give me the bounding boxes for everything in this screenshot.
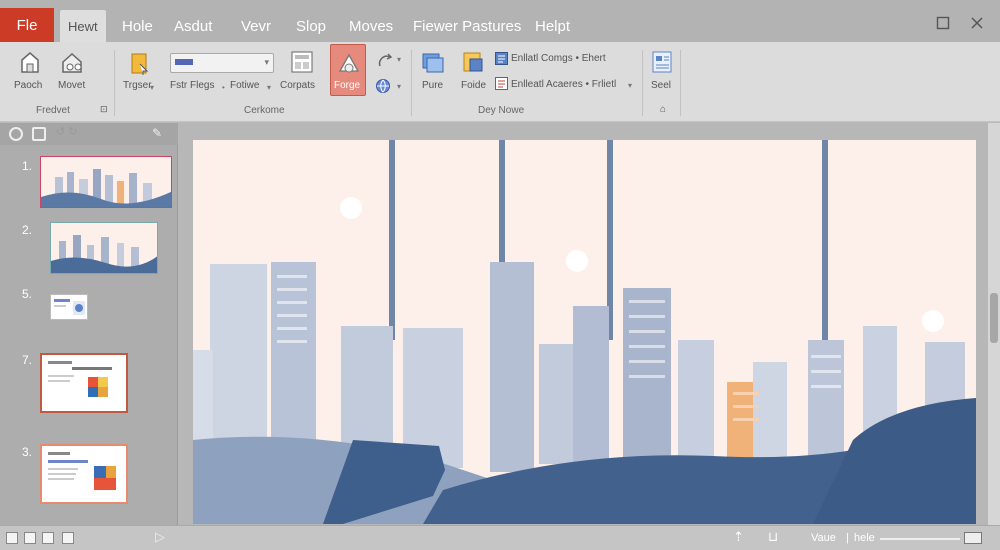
slide-number: 5. [22, 287, 33, 301]
grid-view-icon[interactable] [62, 532, 74, 544]
tab-file[interactable]: Fle [0, 8, 54, 42]
move-icon[interactable] [60, 50, 86, 74]
trgser-button[interactable]: Trgser [123, 80, 152, 91]
vertical-scrollbar[interactable] [988, 123, 1000, 525]
slide-thumbnail-1[interactable] [40, 156, 172, 208]
access-icon[interactable] [495, 77, 508, 90]
seel-button[interactable]: Seel [651, 80, 671, 91]
sorter-view-icon[interactable] [42, 532, 54, 544]
thumbnail-cityscape [41, 157, 171, 207]
group-label-fredvet: Fredvet [36, 105, 70, 116]
folder-icon[interactable] [462, 50, 484, 74]
access-row-button[interactable]: Enlleatl Acaeres • Frlietl [511, 79, 616, 90]
group-label-dey-nowe: Dey Nowe [478, 105, 525, 116]
foide-button[interactable]: Foide [461, 80, 486, 91]
slide-thumbnail-3[interactable] [50, 294, 88, 320]
slide-number: 3. [22, 445, 33, 459]
cityscape-illustration [193, 140, 976, 524]
thumbnail-cityscape [51, 223, 157, 273]
chevron-down-icon[interactable]: ▾ [628, 81, 632, 90]
tab-moves[interactable]: Moves [341, 10, 401, 42]
current-slide[interactable] [193, 140, 976, 524]
comments-icon[interactable] [495, 52, 508, 65]
normal-view-icon[interactable] [6, 532, 18, 544]
notes-icon[interactable]: ⊔ [768, 529, 778, 545]
slides-panel-toolbar: ↺ ↻ ✎ [0, 123, 178, 145]
rotate-icon[interactable] [376, 52, 394, 70]
comments-row-button[interactable]: Enllatl Comgs • Ehert [511, 53, 606, 64]
forge-button-label[interactable]: Forge [334, 80, 360, 91]
font-selector-input[interactable]: ▾ [170, 53, 274, 73]
group-label-cerkome: Cerkome [244, 105, 285, 116]
tab-helpt[interactable]: Helpt [527, 10, 578, 42]
thumbnail-content [54, 299, 85, 315]
ribbon: Paoch Movet Fredvet ⊡ Trgser ▾ ▾ Fstr Fl… [0, 42, 1000, 122]
fit-to-window-button[interactable] [964, 532, 982, 544]
chevron-down-icon[interactable]: ▾ [264, 57, 269, 68]
tab-hewt[interactable]: Hewt [60, 10, 106, 42]
tab-vevr[interactable]: Vevr [233, 10, 279, 42]
tab-slop[interactable]: Slop [288, 10, 334, 42]
paoch-button[interactable]: Paoch [14, 80, 42, 91]
pure-icon[interactable] [421, 50, 445, 74]
trigger-icon[interactable] [130, 52, 150, 76]
font-preview-icon [175, 59, 193, 65]
globe-icon[interactable] [375, 78, 391, 94]
group-divider [114, 50, 115, 116]
tab-fiewer-pastures[interactable]: Fiewer Pastures [405, 10, 529, 42]
bullet-dot-icon: • [222, 83, 225, 92]
group-divider [411, 50, 412, 116]
zoom-slider[interactable] [880, 538, 960, 540]
movet-button[interactable]: Movet [58, 80, 85, 91]
chevron-down-icon[interactable]: ▾ [150, 83, 154, 92]
play-icon[interactable]: ▷ [155, 529, 165, 545]
group-divider [642, 50, 643, 116]
chevron-down-icon[interactable]: ▾ [397, 82, 401, 91]
ribbon-tab-bar: Fle Hewt Hole Asdut Vevr Slop Moves Fiew… [0, 0, 1000, 42]
fotiwe-button[interactable]: Fotiwe [230, 80, 259, 91]
slide-thumbnail-2[interactable] [50, 222, 158, 274]
collapse-ribbon-icon[interactable]: ⌂ [660, 104, 666, 115]
outline-view-icon[interactable] [24, 532, 36, 544]
tab-asdut[interactable]: Asdut [166, 10, 220, 42]
thumbnail-content [48, 361, 112, 397]
layout-icon[interactable] [290, 50, 314, 74]
paste-icon[interactable] [18, 50, 42, 74]
pin-icon[interactable]: ✎ [152, 126, 162, 140]
close-icon[interactable] [966, 12, 988, 34]
slides-panel: ↺ ↻ ✎ 1. 2. 5. 7. 3. [0, 123, 178, 525]
corpats-button[interactable]: Corpats [280, 80, 315, 91]
group-divider [680, 50, 681, 116]
status-separator: | [846, 532, 849, 544]
restore-icon[interactable] [932, 12, 954, 34]
slide-thumbnail-4[interactable] [40, 353, 128, 413]
thumbnail-content [48, 452, 116, 490]
view-label[interactable]: Vaue [811, 532, 836, 544]
settings-icon[interactable] [9, 127, 23, 141]
arrows-icon[interactable]: ↺ ↻ [56, 125, 78, 138]
slide-number: 7. [22, 353, 33, 367]
scrollbar-thumb[interactable] [990, 293, 998, 343]
slide-number: 2. [22, 223, 33, 237]
pure-button[interactable]: Pure [422, 80, 443, 91]
select-icon[interactable] [651, 50, 673, 74]
dialog-launcher-icon[interactable]: ⊡ [100, 104, 108, 115]
chevron-down-icon[interactable]: ▾ [267, 83, 271, 92]
fstr-flegs-button[interactable]: Fstr Flegs [170, 80, 214, 91]
upload-icon[interactable]: ⇡ [733, 529, 744, 545]
status-bar: ▷ ⇡ ⊔ Vaue | hele [0, 525, 1000, 550]
tab-hole[interactable]: Hole [114, 10, 161, 42]
slide-thumbnail-5[interactable] [40, 444, 128, 504]
hide-label[interactable]: hele [854, 532, 875, 544]
chevron-down-icon[interactable]: ▾ [397, 55, 401, 64]
slide-number: 1. [22, 159, 33, 173]
layout-view-icon[interactable] [32, 127, 46, 141]
